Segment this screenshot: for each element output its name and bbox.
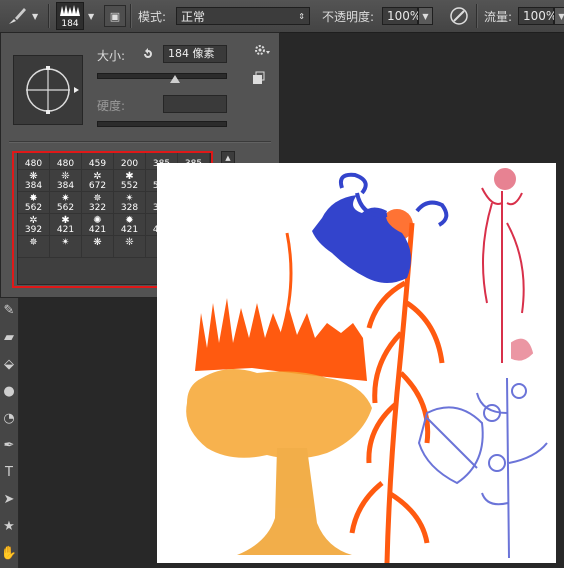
shape-icon[interactable]: ★ bbox=[0, 516, 18, 538]
brush-tool-preset[interactable]: ▼ bbox=[6, 0, 38, 32]
flow-field[interactable]: 100% bbox=[518, 7, 558, 25]
document-canvas[interactable] bbox=[157, 163, 556, 563]
artwork bbox=[186, 168, 548, 563]
eraser-icon[interactable]: ▰ bbox=[0, 327, 18, 349]
updown-icon: ⇕ bbox=[298, 11, 305, 21]
size-slider-thumb[interactable] bbox=[170, 75, 181, 83]
brush-angle-preview[interactable] bbox=[13, 55, 83, 125]
reset-size-icon[interactable] bbox=[141, 47, 155, 61]
mode-value: 正常 bbox=[181, 9, 206, 24]
brush-shape-icon bbox=[26, 66, 79, 114]
opacity-dropdown-icon[interactable]: ▼ bbox=[418, 7, 433, 25]
size-value: 184 像素 bbox=[168, 47, 215, 60]
brush-icon bbox=[9, 8, 26, 24]
dodge-icon[interactable]: ◔ bbox=[0, 408, 18, 430]
brush-panel-toggle-icon[interactable]: ▣ bbox=[104, 5, 126, 27]
opacity-label: 不透明度: bbox=[322, 9, 375, 24]
brush-picker-dropdown-icon[interactable]: ▼ bbox=[88, 12, 94, 21]
flow-value: 100% bbox=[523, 9, 558, 23]
flow-dropdown-icon[interactable]: ▼ bbox=[554, 7, 564, 25]
blue-flower-brush-stroke bbox=[312, 172, 449, 283]
blur-drop-icon[interactable]: ● bbox=[0, 381, 18, 403]
blue-plant-brush-stroke bbox=[417, 377, 548, 559]
type-icon[interactable]: T bbox=[0, 462, 18, 484]
brush-size-picker[interactable]: 184 bbox=[56, 2, 84, 30]
hand-icon[interactable]: ✋ bbox=[0, 543, 18, 565]
pen-icon[interactable]: ✒ bbox=[0, 435, 18, 457]
opacity-field[interactable]: 100% bbox=[382, 7, 422, 25]
gear-icon[interactable] bbox=[253, 43, 271, 57]
tools-panel: ✎ ▰ ⬙ ● ◔ ✒ T ➤ ★ ✋ bbox=[0, 298, 19, 568]
size-slider[interactable] bbox=[97, 73, 227, 79]
mode-label: 模式: bbox=[138, 9, 167, 24]
hardness-label: 硬度: bbox=[97, 99, 126, 113]
hardness-input bbox=[163, 95, 227, 113]
hardness-slider bbox=[97, 121, 227, 127]
size-label: 大小: bbox=[97, 49, 126, 63]
red-flower-brush-stroke bbox=[481, 168, 534, 363]
grass-brush-icon bbox=[60, 5, 80, 16]
path-select-icon[interactable]: ➤ bbox=[0, 489, 18, 511]
grass-brush-stroke bbox=[195, 298, 367, 381]
mode-select[interactable]: 正常 ⇕ bbox=[176, 7, 310, 25]
pressure-opacity-icon[interactable] bbox=[448, 5, 470, 27]
bucket-icon[interactable]: ⬙ bbox=[0, 354, 18, 376]
options-bar: ▼ 184 ▼ ▣ 模式: 正常 ⇕ 不透明度: 100% ▼ 流量: 100%… bbox=[0, 0, 564, 33]
size-input[interactable]: 184 像素 bbox=[163, 45, 227, 63]
flow-label: 流量: bbox=[484, 9, 513, 24]
new-preset-icon[interactable] bbox=[251, 71, 265, 85]
opacity-value: 100% bbox=[387, 9, 422, 23]
preset-dropdown-icon[interactable]: ▼ bbox=[32, 12, 38, 21]
tree-brush-stroke bbox=[186, 369, 372, 555]
brush-icon[interactable]: ✎ bbox=[0, 300, 18, 322]
brush-size-badge: 184 bbox=[61, 19, 79, 29]
